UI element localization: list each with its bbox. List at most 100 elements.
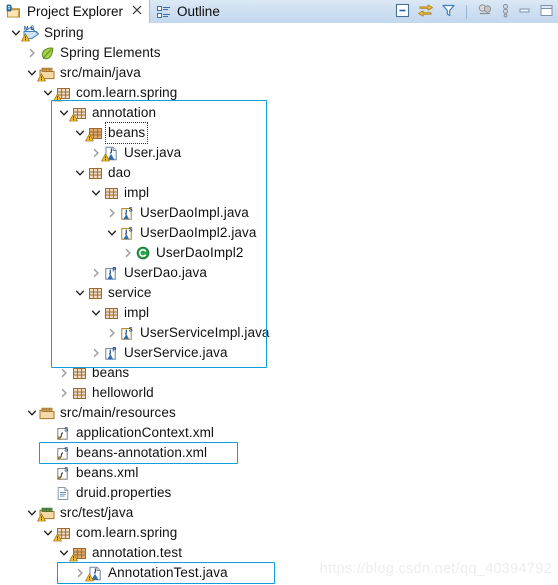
close-icon[interactable] xyxy=(132,5,142,18)
chevron-right-icon[interactable] xyxy=(90,263,102,283)
tree-row[interactable]: User.java xyxy=(0,143,558,163)
view-menu-icon[interactable] xyxy=(477,3,494,21)
tree-row[interactable]: Sbeans.xml xyxy=(0,463,558,483)
package-icon xyxy=(86,163,104,183)
tree-row-label: AnnotationTest.java xyxy=(108,565,228,580)
chevron-down-icon[interactable] xyxy=(26,403,38,423)
package-filled-warning-icon xyxy=(69,543,88,563)
svg-text:S: S xyxy=(64,467,68,473)
tree-row[interactable]: Spring Elements xyxy=(0,43,558,63)
link-with-editor-icon[interactable] xyxy=(417,3,434,21)
tab-project-explorer[interactable]: Project Explorer xyxy=(0,0,151,23)
spring-maven-project-icon: MS xyxy=(21,23,40,43)
tree-row[interactable]: com.learn.spring xyxy=(0,523,558,543)
tree-row-label: UserDaoImpl2 xyxy=(156,245,244,260)
tree-row-label: service xyxy=(108,285,152,300)
tree-row-label: annotation xyxy=(92,105,157,120)
collapse-all-icon[interactable] xyxy=(395,3,410,21)
tab-label: Outline xyxy=(177,4,220,19)
view-toolbar xyxy=(389,0,558,23)
no-expander xyxy=(42,463,54,483)
tree-row[interactable]: S UserServiceImpl.java xyxy=(0,323,558,343)
vertical-scrollbar[interactable] xyxy=(552,23,558,585)
source-folder-icon xyxy=(38,403,56,423)
spring-elements-leaf-icon xyxy=(38,43,56,63)
package-icon xyxy=(70,383,88,403)
package-icon xyxy=(102,183,120,203)
no-expander xyxy=(42,443,54,463)
tab-outline[interactable]: Outline xyxy=(150,0,227,23)
outline-icon xyxy=(156,2,172,22)
view-tab-bar: Project Explorer Outline xyxy=(0,0,558,24)
tree-row-label: UserDaoImpl2.java xyxy=(140,225,257,240)
tree-row-label: impl xyxy=(124,305,150,320)
chevron-right-icon[interactable] xyxy=(58,383,70,403)
chevron-right-icon[interactable] xyxy=(106,203,118,223)
class-green-c-icon xyxy=(134,243,152,263)
java-interface-p-icon: P xyxy=(102,263,120,283)
tree-row[interactable]: impl xyxy=(0,183,558,203)
tree-row-label: com.learn.spring xyxy=(76,85,178,100)
package-icon xyxy=(70,363,88,383)
tree-row-label: UserServiceImpl.java xyxy=(140,325,270,340)
tree-row[interactable]: annotation.test xyxy=(0,543,558,563)
more-options-icon[interactable] xyxy=(501,3,510,21)
java-class-s-icon: S xyxy=(118,323,136,343)
java-interface-p-icon: P xyxy=(102,343,120,363)
tree-row[interactable]: helloworld xyxy=(0,383,558,403)
package-icon xyxy=(86,283,104,303)
tree-row-label: UserService.java xyxy=(124,345,228,360)
tree-row[interactable]: S UserDaoImpl.java xyxy=(0,203,558,223)
tree-row[interactable]: SapplicationContext.xml xyxy=(0,423,558,443)
chevron-right-icon[interactable] xyxy=(122,243,134,263)
tree-row-label: User.java xyxy=(124,145,182,160)
chevron-down-icon[interactable] xyxy=(74,283,86,303)
tree-row[interactable]: Sbeans-annotation.xml xyxy=(0,443,558,463)
tree-row-label: com.learn.spring xyxy=(76,525,178,540)
svg-text:S: S xyxy=(129,327,133,333)
minimize-icon[interactable] xyxy=(517,3,532,21)
tree-row[interactable]: P UserDao.java xyxy=(0,263,558,283)
tree-row[interactable]: druid.properties xyxy=(0,483,558,503)
chevron-down-icon[interactable] xyxy=(106,223,118,243)
tree-row[interactable]: P UserService.java xyxy=(0,343,558,363)
tree-row[interactable]: src/test/java xyxy=(0,503,558,523)
svg-text:M: M xyxy=(24,26,29,32)
chevron-right-icon[interactable] xyxy=(106,323,118,343)
tree-row[interactable]: annotation xyxy=(0,103,558,123)
toolbar-separator xyxy=(466,4,467,19)
tree-row[interactable]: beans xyxy=(0,363,558,383)
project-explorer-tree[interactable]: M S Spring Spring Elements src/main/java com.… xyxy=(0,23,558,585)
properties-file-icon xyxy=(54,483,72,503)
tree-row[interactable]: S UserDaoImpl2.java xyxy=(0,223,558,243)
maximize-icon[interactable] xyxy=(539,3,554,21)
chevron-down-icon[interactable] xyxy=(74,163,86,183)
tree-row[interactable]: com.learn.spring xyxy=(0,83,558,103)
chevron-right-icon[interactable] xyxy=(90,343,102,363)
tree-row-label: helloworld xyxy=(92,385,154,400)
tree-row-label: src/main/resources xyxy=(60,405,176,420)
tree-row[interactable]: beans xyxy=(0,122,558,144)
tree-row[interactable]: src/main/java xyxy=(0,63,558,83)
tree-row-label: beans-annotation.xml xyxy=(76,445,208,460)
tree-row[interactable]: src/main/resources xyxy=(0,403,558,423)
tree-row-label: src/main/java xyxy=(60,65,141,80)
tree-row-label: applicationContext.xml xyxy=(76,425,215,440)
package-filled-warning-icon xyxy=(85,123,104,143)
no-expander xyxy=(42,423,54,443)
java-class-s-icon: S xyxy=(118,223,136,243)
tree-row[interactable]: M S Spring xyxy=(0,23,558,43)
tree-row-label: annotation.test xyxy=(92,545,183,560)
package-warning-icon xyxy=(53,83,72,103)
tree-row[interactable]: dao xyxy=(0,163,558,183)
filter-icon[interactable] xyxy=(441,3,456,21)
no-expander xyxy=(42,483,54,503)
chevron-right-icon[interactable] xyxy=(26,43,38,63)
tree-row[interactable]: UserDaoImpl2 xyxy=(0,243,558,263)
tree-row[interactable]: service xyxy=(0,283,558,303)
chevron-down-icon[interactable] xyxy=(90,303,102,323)
chevron-right-icon[interactable] xyxy=(58,363,70,383)
chevron-down-icon[interactable] xyxy=(90,183,102,203)
tree-row[interactable]: impl xyxy=(0,303,558,323)
tree-row-label: dao xyxy=(108,165,131,180)
